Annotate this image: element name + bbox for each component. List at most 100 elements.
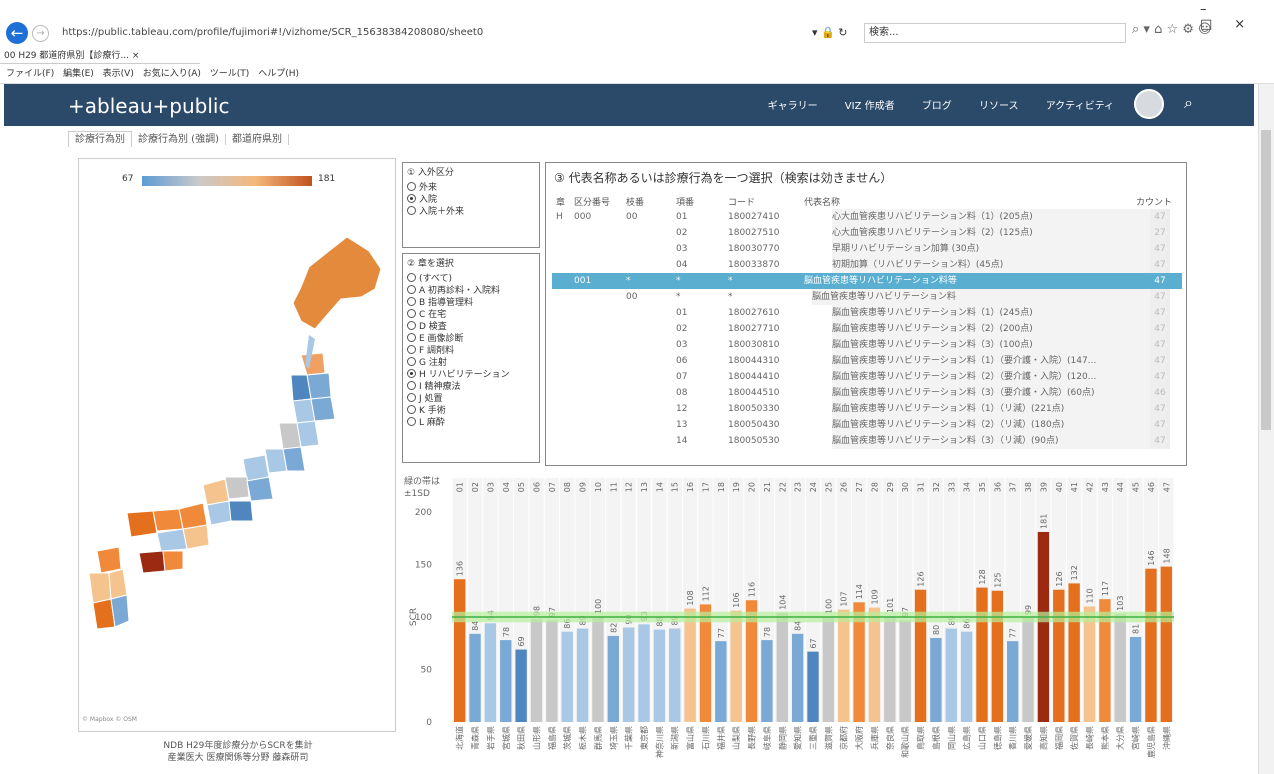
bar[interactable] — [1083, 606, 1096, 723]
menu-edit[interactable]: 編集(E) — [63, 69, 94, 79]
bar[interactable] — [976, 587, 988, 722]
radio-icon[interactable] — [407, 320, 416, 330]
table-row[interactable]: 03 180030770 早期リハビリテーション加算 (30点) 47 — [552, 241, 1182, 257]
bar[interactable] — [1160, 566, 1172, 722]
bar[interactable] — [838, 609, 850, 722]
table-row[interactable]: 08 180044510 脳血管疾患等リハビリテーション料（3）（要介護・入院）(6… — [552, 385, 1182, 401]
bar[interactable] — [730, 610, 742, 722]
radio-icon[interactable] — [407, 392, 416, 402]
nav-resources[interactable]: リソース — [979, 101, 1019, 112]
bar[interactable] — [791, 633, 804, 722]
menu-help[interactable]: ヘルプ(H) — [258, 69, 299, 79]
hokkaido-shape[interactable] — [292, 236, 382, 330]
bar[interactable] — [776, 612, 788, 722]
bar[interactable] — [715, 641, 727, 722]
filter2-option[interactable]: L 麻酔 — [403, 415, 539, 428]
nav-gallery[interactable]: ギャラリー — [768, 101, 818, 112]
table-row[interactable]: 00 * * 脳血管疾患等リハビリテーション料 47 — [552, 289, 1182, 305]
bar[interactable] — [960, 631, 973, 722]
back-arrow-icon[interactable]: ← — [6, 22, 28, 44]
menu-file[interactable]: ファイル(F) — [6, 69, 54, 79]
radio-icon[interactable] — [407, 181, 416, 191]
filter1-option[interactable]: 入院＋外来 — [403, 204, 539, 217]
scrollbar-thumb[interactable] — [1261, 130, 1271, 430]
nav-viz-author[interactable]: VIZ 作成者 — [845, 101, 895, 112]
browser-tab[interactable]: 00 H29 都道府県別【診療行... × — [0, 48, 200, 64]
bar[interactable] — [1145, 568, 1157, 722]
table-row[interactable]: 12 180050330 脳血管疾患等リハビリテーション料（1）（リ減）(221点)… — [552, 401, 1182, 417]
search-icon[interactable]: ⌕ — [1184, 93, 1193, 113]
filter2-option[interactable]: D 検査 — [403, 319, 539, 332]
radio-icon[interactable] — [407, 284, 416, 294]
bar[interactable] — [454, 579, 466, 722]
bar[interactable] — [1022, 618, 1034, 722]
bar[interactable] — [884, 615, 896, 722]
filter2-option[interactable]: (すべて) — [403, 271, 539, 284]
radio-icon[interactable] — [407, 296, 416, 306]
filter2-option[interactable]: J 処置 — [403, 391, 539, 404]
forward-arrow-icon[interactable]: → — [32, 25, 49, 42]
bar[interactable] — [638, 624, 650, 722]
table-row[interactable]: 14 180050530 脳血管疾患等リハビリテーション料（3）（リ減）(90点) 4… — [552, 433, 1182, 449]
browser-search-input[interactable]: 検索... — [864, 23, 1126, 43]
tab-by-procedure-highlight[interactable]: 診療行為別 (強調) — [132, 134, 226, 145]
table-row[interactable]: 001 * * * 脳血管疾患等リハビリテーション料等 47 — [552, 273, 1182, 289]
menu-view[interactable]: 表示(V) — [103, 69, 134, 79]
bar[interactable] — [530, 619, 543, 722]
avatar[interactable] — [1134, 89, 1164, 119]
bar[interactable] — [1114, 613, 1126, 722]
bar[interactable] — [945, 628, 957, 722]
bar[interactable] — [1068, 583, 1080, 722]
radio-icon[interactable] — [407, 308, 416, 318]
radio-icon[interactable] — [407, 344, 416, 354]
bar[interactable] — [669, 628, 681, 722]
bar[interactable] — [653, 629, 666, 722]
filter2-option[interactable]: I 精神療法 — [403, 379, 539, 392]
bar[interactable] — [930, 638, 942, 722]
bar[interactable] — [822, 617, 835, 722]
bar[interactable] — [576, 628, 589, 722]
radio-icon[interactable] — [407, 416, 416, 426]
bar[interactable] — [622, 627, 635, 723]
filter1-option[interactable]: 入院 — [403, 192, 539, 205]
table-row[interactable]: 01 180027610 脳血管疾患等リハビリテーション料（1）(245点) 47 — [552, 305, 1182, 321]
nav-blog[interactable]: ブログ — [922, 101, 952, 112]
filter2-option[interactable]: H リハビリテーション — [403, 367, 539, 380]
filter2-option[interactable]: K 手術 — [403, 403, 539, 416]
bar[interactable] — [546, 620, 558, 722]
menu-tools[interactable]: ツール(T) — [210, 69, 250, 79]
bar[interactable] — [991, 590, 1004, 722]
refresh-icon[interactable]: ▾ 🔒 ↻ — [812, 23, 847, 43]
bar[interactable] — [914, 589, 927, 722]
table-row[interactable]: 07 180044410 脳血管疾患等リハビリテーション料（2）（要介護・入院）(1… — [552, 369, 1182, 385]
tab-by-procedure[interactable]: 診療行為別 — [68, 131, 132, 147]
bar[interactable] — [1007, 641, 1019, 722]
bar[interactable] — [469, 633, 481, 722]
japan-map[interactable] — [78, 158, 396, 732]
honshu-shapes[interactable] — [126, 352, 336, 552]
bar[interactable] — [899, 620, 911, 722]
bar[interactable] — [1037, 531, 1050, 722]
table-row[interactable]: 06 180044310 脳血管疾患等リハビリテーション料（1）（要介護・入院）(1… — [552, 353, 1182, 369]
filter2-option[interactable]: B 指導管理料 — [403, 295, 539, 308]
radio-icon[interactable] — [407, 332, 416, 342]
radio-icon[interactable] — [407, 404, 416, 414]
filter2-option[interactable]: C 在宅 — [403, 307, 539, 320]
bar[interactable] — [515, 649, 527, 722]
bar[interactable] — [684, 608, 696, 722]
table-row[interactable]: H 000 00 01 180027410 心大血管疾患リハビリテーション料（1）(205… — [552, 209, 1182, 225]
radio-icon[interactable] — [407, 205, 416, 215]
filter2-option[interactable]: F 調剤料 — [403, 343, 539, 356]
bar[interactable] — [561, 631, 573, 722]
bar[interactable] — [500, 640, 512, 722]
filter2-option[interactable]: A 初再診料・入院料 — [403, 283, 539, 296]
table-row[interactable]: 13 180050430 脳血管疾患等リハビリテーション料（2）（リ減）(180点)… — [552, 417, 1182, 433]
bar[interactable] — [607, 635, 619, 722]
kyushu-shapes[interactable] — [88, 546, 130, 630]
table-row[interactable]: 04 180033870 初期加算（リハビリテーション料）(45点) 47 — [552, 257, 1182, 273]
menu-favorites[interactable]: お気に入り(A) — [143, 69, 201, 79]
table-row[interactable]: 03 180030810 脳血管疾患等リハビリテーション料（3）(100点) 47 — [552, 337, 1182, 353]
nav-activity[interactable]: アクティビティ — [1046, 101, 1114, 112]
settings-icon[interactable]: ⌕ ▾ ⌂ ☆ ⚙ ☺ — [1132, 22, 1212, 37]
tableau-logo[interactable]: +ableau+public — [68, 94, 229, 118]
